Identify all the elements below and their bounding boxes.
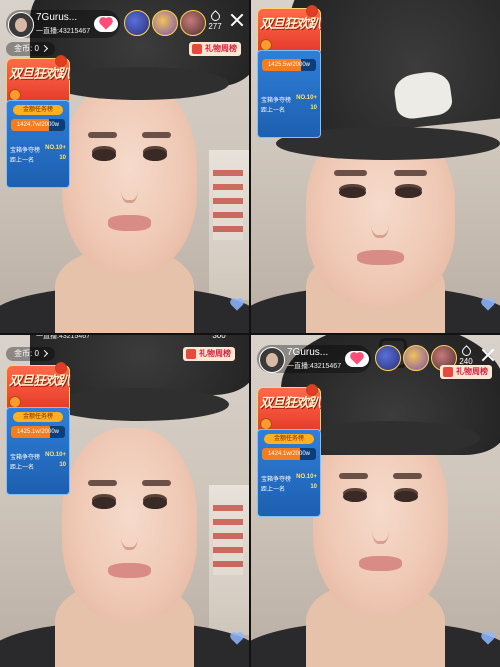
heart-icon bbox=[100, 18, 112, 30]
host-id: 一直播:43215467 bbox=[36, 335, 91, 340]
gift-icon bbox=[443, 367, 453, 377]
progress-text: 1424.1w/2000w bbox=[267, 451, 311, 457]
viewer-avatar[interactable] bbox=[152, 10, 178, 36]
viewer-avatar[interactable] bbox=[375, 345, 401, 371]
host-info[interactable]: 7Gurus... 一直播:43215467 bbox=[257, 345, 371, 373]
gap-stat: 距上一名 10 bbox=[261, 484, 317, 493]
task-pill: 金额任务榜 bbox=[264, 434, 314, 444]
promo-widget[interactable]: 双旦狂欢趴 金额任务榜 1424.7w/2000w 宝箱争夺榜 NO.10+ 距上… bbox=[6, 55, 70, 188]
host-id: 一直播:43215467 bbox=[287, 363, 342, 370]
viewer-count[interactable]: 277 bbox=[203, 10, 227, 31]
gap-stat-value: 10 bbox=[310, 484, 317, 490]
promo-title: 双旦狂欢趴 bbox=[260, 395, 321, 410]
gap-stat-label: 距上一名 bbox=[261, 487, 286, 493]
drop-icon bbox=[208, 10, 222, 23]
avatar[interactable] bbox=[8, 12, 34, 38]
task-pill: 金额任务榜 bbox=[13, 412, 63, 422]
promo-widget[interactable]: 双旦狂欢趴 1425.5w/2000w 宝箱争夺榜 NO.10+ 距上一名 10 bbox=[257, 5, 321, 138]
gap-stat-value: 10 bbox=[59, 155, 66, 161]
gap-stat-label: 距上一名 bbox=[10, 158, 35, 164]
gift-ranking-label: 礼物周榜 bbox=[205, 44, 237, 53]
heart-icon bbox=[351, 353, 363, 365]
gap-stat-value: 10 bbox=[310, 105, 317, 111]
host-id: 一直播:43215467 bbox=[36, 28, 91, 35]
rank-stat-label: 宝箱争夺榜 bbox=[261, 477, 292, 483]
progress-bar: 1424.1w/2000w bbox=[262, 448, 316, 460]
viewer-avatar[interactable] bbox=[124, 10, 150, 36]
progress-text: 1425.5w/2000w bbox=[267, 62, 311, 68]
gift-icon bbox=[192, 44, 202, 54]
gap-stat-label: 距上一名 bbox=[10, 465, 35, 471]
host-name: 7Gurus... bbox=[287, 347, 329, 358]
gift-icon bbox=[186, 349, 196, 359]
chevron-right-icon bbox=[40, 44, 48, 53]
stream-panel[interactable]: 一直播:43215467 300 金币: 0 礼物周榜 双旦狂欢趴 金额任务榜 … bbox=[0, 335, 249, 667]
video-grid: 7Gurus... 一直播:43215467 277 金币: 0 礼物周榜 双旦… bbox=[0, 0, 500, 667]
viewer-avatar[interactable] bbox=[403, 345, 429, 371]
progress-bar: 1424.7w/2000w bbox=[11, 119, 65, 131]
avatar[interactable] bbox=[259, 347, 285, 373]
promo-widget[interactable]: 双旦狂欢趴 金额任务榜 1424.1w/2000w 宝箱争夺榜 NO.10+ 距上… bbox=[257, 384, 321, 517]
rank-stat-label: 宝箱争夺榜 bbox=[10, 148, 41, 154]
viewer-count-value: 277 bbox=[208, 22, 222, 31]
gap-stat-label: 距上一名 bbox=[261, 108, 286, 114]
rank-stat-value: NO.10+ bbox=[296, 95, 317, 101]
gift-ranking-badge[interactable]: 礼物周榜 bbox=[183, 347, 235, 361]
progress-bar: 1425.5w/2000w bbox=[262, 59, 316, 71]
follow-button[interactable] bbox=[345, 351, 369, 367]
coin-balance[interactable]: 金币: 0 bbox=[6, 42, 55, 56]
drop-icon bbox=[459, 345, 473, 358]
progress-bar: 1425.1w/2000w bbox=[11, 426, 65, 438]
coin-balance[interactable]: 金币: 0 bbox=[6, 347, 55, 361]
task-pill: 金额任务榜 bbox=[13, 105, 63, 115]
progress-text: 1424.7w/2000w bbox=[16, 122, 60, 128]
gap-stat-value: 10 bbox=[59, 462, 66, 468]
gap-stat: 距上一名 10 bbox=[10, 462, 66, 471]
rank-stat-value: NO.10+ bbox=[45, 145, 66, 151]
rank-stat-label: 宝箱争夺榜 bbox=[261, 98, 292, 104]
gap-stat: 距上一名 10 bbox=[261, 105, 317, 114]
stream-panel[interactable]: 7Gurus... 一直播:43215467 240 礼物周榜 双旦狂欢趴 金额… bbox=[251, 335, 500, 667]
rank-stat: 宝箱争夺榜 NO.10+ bbox=[261, 474, 317, 483]
rank-stat: 宝箱争夺榜 NO.10+ bbox=[10, 452, 66, 461]
divider bbox=[0, 333, 500, 335]
close-icon[interactable] bbox=[229, 12, 245, 28]
gift-ranking-label: 礼物周榜 bbox=[199, 349, 231, 358]
promo-widget[interactable]: 双旦狂欢趴 金额任务榜 1425.1w/2000w 宝箱争夺榜 NO.10+ 距上… bbox=[6, 362, 70, 495]
host-info[interactable]: 7Gurus... 一直播:43215467 bbox=[6, 10, 120, 38]
follow-button[interactable] bbox=[94, 16, 118, 32]
promo-title: 双旦狂欢趴 bbox=[9, 373, 70, 388]
stream-panel[interactable]: 双旦狂欢趴 1425.5w/2000w 宝箱争夺榜 NO.10+ 距上一名 10 bbox=[251, 0, 500, 333]
coin-label: 金币: 0 bbox=[14, 349, 39, 358]
viewer-count[interactable]: 300 bbox=[207, 335, 231, 340]
rank-stat-value: NO.10+ bbox=[296, 474, 317, 480]
stream-panel[interactable]: 7Gurus... 一直播:43215467 277 金币: 0 礼物周榜 双旦… bbox=[0, 0, 249, 333]
rank-stat: 宝箱争夺榜 NO.10+ bbox=[10, 145, 66, 154]
rank-stat-value: NO.10+ bbox=[45, 452, 66, 458]
gift-ranking-label: 礼物周榜 bbox=[456, 367, 488, 376]
chevron-right-icon bbox=[40, 349, 48, 358]
progress-text: 1425.1w/2000w bbox=[16, 429, 60, 435]
gift-ranking-badge[interactable]: 礼物周榜 bbox=[189, 42, 241, 56]
promo-title: 双旦狂欢趴 bbox=[9, 66, 70, 81]
host-name: 7Gurus... bbox=[36, 12, 78, 23]
viewer-count-value: 300 bbox=[212, 335, 226, 340]
rank-stat-label: 宝箱争夺榜 bbox=[10, 455, 41, 461]
coin-label: 金币: 0 bbox=[14, 44, 39, 53]
rank-stat: 宝箱争夺榜 NO.10+ bbox=[261, 95, 317, 104]
viewer-count[interactable]: 240 bbox=[454, 345, 478, 366]
close-icon[interactable] bbox=[480, 347, 496, 363]
gift-ranking-badge[interactable]: 礼物周榜 bbox=[440, 365, 492, 379]
promo-title: 双旦狂欢趴 bbox=[260, 16, 321, 31]
gap-stat: 距上一名 10 bbox=[10, 155, 66, 164]
